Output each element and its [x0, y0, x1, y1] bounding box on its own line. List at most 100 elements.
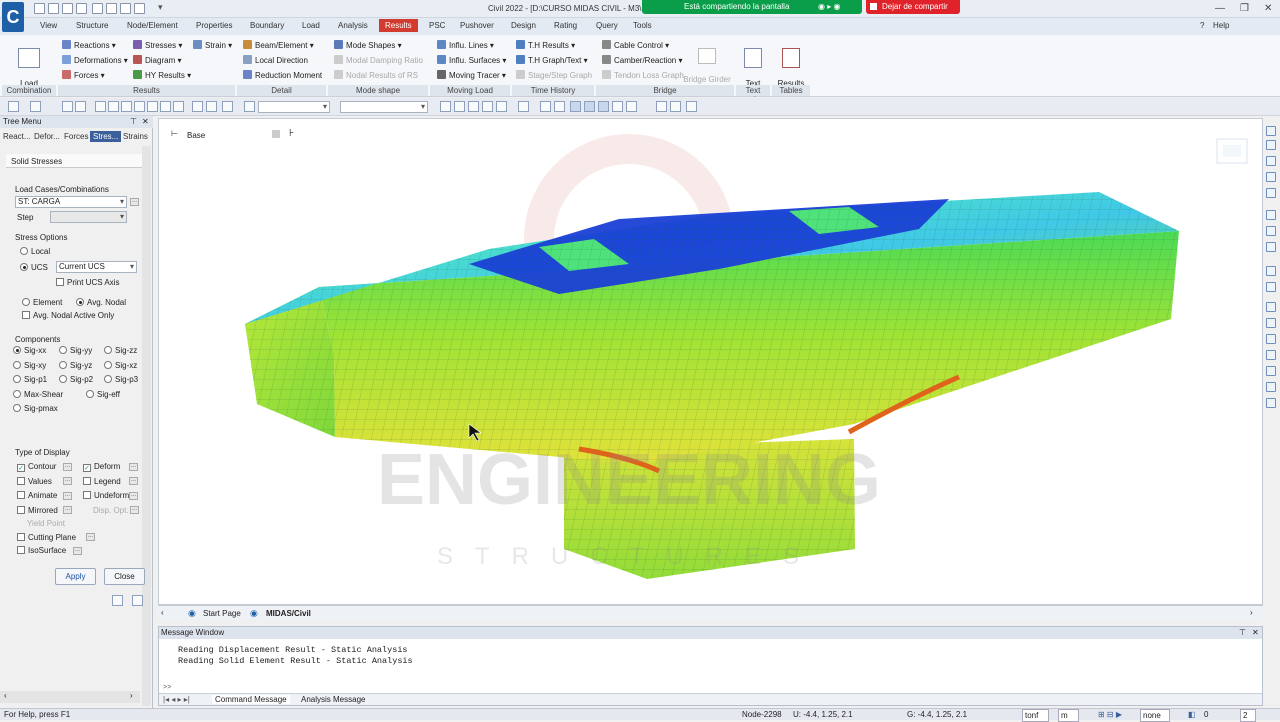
tab-midas-civil[interactable]: MIDAS/Civil: [266, 609, 311, 618]
ucs-radio[interactable]: UCS: [20, 263, 48, 272]
toolbar-view-icon[interactable]: [496, 101, 507, 112]
max-shear-radio[interactable]: [13, 390, 21, 398]
right-tool-icon[interactable]: [1266, 282, 1276, 292]
component-sig-xz[interactable]: Sig-xz: [104, 361, 137, 370]
cutting-plane-check[interactable]: [17, 533, 25, 541]
toolbar-view-icon[interactable]: [598, 101, 609, 112]
tab-structure[interactable]: Structure: [76, 21, 108, 30]
sig-p2-radio[interactable]: [59, 375, 67, 383]
influ-lines-button[interactable]: Influ. Lines ▾: [437, 40, 494, 50]
component-sig-p1[interactable]: Sig-p1: [13, 375, 47, 384]
stresses-button[interactable]: Stresses ▾: [133, 40, 182, 50]
ucs-select[interactable]: Current UCS: [56, 261, 137, 273]
toolbar-view-icon[interactable]: [686, 101, 697, 112]
mirrored-check[interactable]: [17, 506, 25, 514]
sig-xx-radio[interactable]: [13, 346, 21, 354]
load-case-more-button[interactable]: ...: [130, 198, 139, 206]
tab-rating[interactable]: Rating: [554, 21, 577, 30]
right-tool-icon[interactable]: [1266, 318, 1276, 328]
toolbar-view-icon[interactable]: [626, 101, 637, 112]
open-file-icon[interactable]: [48, 3, 59, 14]
local-radio-button[interactable]: [20, 247, 28, 255]
undo-icon[interactable]: [120, 3, 131, 14]
modal-damping-button[interactable]: Modal Damping Ratio: [334, 55, 423, 65]
moving-tracer-button[interactable]: Moving Tracer ▾: [437, 70, 506, 80]
toolbar-select-icon[interactable]: [147, 101, 158, 112]
help-icon[interactable]: ?: [1200, 21, 1204, 30]
tab-results[interactable]: Results: [379, 19, 418, 32]
animate-options-button[interactable]: ...: [63, 492, 72, 500]
undeformed-options-button[interactable]: ...: [129, 492, 138, 500]
toolbar-view-icon[interactable]: [440, 101, 451, 112]
toolbar-view-icon[interactable]: [468, 101, 479, 112]
disp-opt-label[interactable]: Disp. Opt.: [93, 506, 129, 515]
animate-check[interactable]: [17, 491, 25, 499]
deform-check[interactable]: ✓: [83, 464, 91, 472]
right-tool-icon[interactable]: [1266, 334, 1276, 344]
panel-horizontal-scrollbar[interactable]: ‹ ›: [0, 691, 140, 703]
status-none-select[interactable]: none: [1140, 709, 1170, 722]
view-cube-icon[interactable]: [1209, 129, 1257, 175]
deform-checkbox[interactable]: ✓ Deform: [83, 462, 120, 472]
toolbar-view-icon[interactable]: [612, 101, 623, 112]
component-sig-xx[interactable]: Sig-xx: [13, 346, 46, 355]
scroll-right-icon[interactable]: ›: [130, 691, 133, 700]
stage-graph-button[interactable]: Stage/Step Graph: [516, 70, 592, 80]
scroll-left-icon[interactable]: ‹: [4, 691, 7, 700]
reactions-button[interactable]: Reactions ▾: [62, 40, 116, 50]
beam-element-button[interactable]: Beam/Element ▾: [243, 40, 314, 50]
values-check[interactable]: [17, 477, 25, 485]
toolbar-view-icon[interactable]: [554, 101, 565, 112]
close-file-icon[interactable]: [76, 3, 87, 14]
toolbar-arrow-icon[interactable]: [30, 101, 41, 112]
right-tool-icon[interactable]: [1266, 398, 1276, 408]
nodal-results-rs-button[interactable]: Nodal Results of RS: [334, 70, 418, 80]
component-sig-eff[interactable]: Sig-eff: [86, 390, 120, 399]
toolbar-select-icon[interactable]: [95, 101, 106, 112]
component-max-shear[interactable]: Max-Shear: [13, 390, 63, 399]
values-options-button[interactable]: ...: [63, 477, 72, 485]
save-icon[interactable]: [92, 3, 103, 14]
sig-zz-radio[interactable]: [104, 346, 112, 354]
isosurface-checkbox[interactable]: IsoSurface: [17, 546, 66, 555]
toolbar-view-icon[interactable]: [540, 101, 551, 112]
message-pin-icon[interactable]: ⊤: [1239, 627, 1246, 639]
toolbar-select-icon[interactable]: [134, 101, 145, 112]
sig-pmax-radio[interactable]: [13, 404, 21, 412]
length-unit-select[interactable]: m: [1058, 709, 1079, 722]
sig-xz-radio[interactable]: [104, 361, 112, 369]
sig-p3-radio[interactable]: [104, 375, 112, 383]
tab-scroll-right-icon[interactable]: ›: [1250, 608, 1253, 617]
deform-options-button[interactable]: ...: [129, 463, 138, 471]
component-sig-p2[interactable]: Sig-p2: [59, 375, 93, 384]
toolbar-pointer-icon[interactable]: [244, 101, 255, 112]
status-toggle-icon[interactable]: ◧: [1188, 709, 1196, 720]
toolbar-select-icon[interactable]: [173, 101, 184, 112]
avg-nodal-active-checkbox[interactable]: Avg. Nodal Active Only: [22, 311, 114, 320]
element-radio-button[interactable]: [22, 298, 30, 306]
tab-psc[interactable]: PSC: [429, 21, 445, 30]
right-tool-icon[interactable]: [1266, 366, 1276, 376]
component-sig-zz[interactable]: Sig-zz: [104, 346, 137, 355]
command-prompt[interactable]: >>: [163, 684, 171, 692]
new-file-icon[interactable]: [34, 3, 45, 14]
toolbar-view-icon[interactable]: [584, 101, 595, 112]
help-menu[interactable]: Help: [1213, 21, 1229, 30]
right-tool-icon[interactable]: [1266, 382, 1276, 392]
tab-properties[interactable]: Properties: [196, 21, 232, 30]
toolbar-select-icon[interactable]: [108, 101, 119, 112]
influ-surfaces-button[interactable]: Influ. Surfaces ▾: [437, 55, 506, 65]
status-snap-icon[interactable]: ⊞ ⊟ ▶: [1098, 709, 1122, 720]
right-tool-icon[interactable]: [1266, 188, 1276, 198]
local-radio[interactable]: Local: [20, 247, 50, 256]
toolbar-select-icon[interactable]: [121, 101, 132, 112]
contour-check[interactable]: ✓: [17, 464, 25, 472]
right-tool-icon[interactable]: [1266, 350, 1276, 360]
open-folder-icon[interactable]: [62, 3, 73, 14]
status-counter-b[interactable]: 2: [1240, 709, 1257, 722]
cable-control-button[interactable]: Cable Control ▾: [602, 40, 669, 50]
minimize-icon[interactable]: —: [1215, 3, 1225, 14]
tab-start-page[interactable]: Start Page: [203, 609, 241, 618]
tab-analysis-message[interactable]: Analysis Message: [301, 695, 365, 704]
disp-opt-options-button[interactable]: ...: [130, 506, 139, 514]
